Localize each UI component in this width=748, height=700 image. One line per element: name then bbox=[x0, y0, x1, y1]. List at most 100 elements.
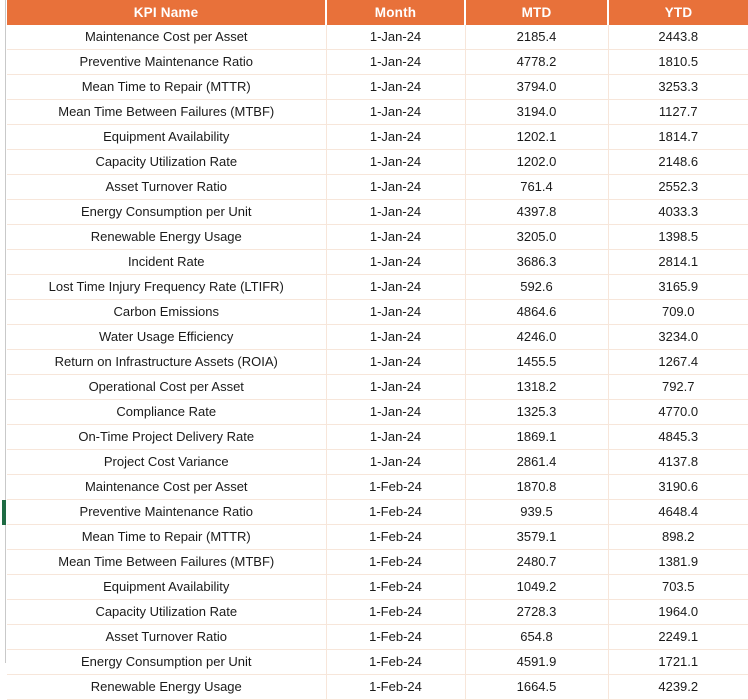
cell-kpi-name[interactable]: Equipment Availability bbox=[7, 574, 327, 600]
cell-ytd[interactable]: 3234.0 bbox=[608, 324, 748, 350]
cell-kpi-name[interactable]: Preventive Maintenance Ratio bbox=[7, 499, 327, 525]
cell-mtd[interactable]: 761.4 bbox=[465, 174, 609, 200]
cell-mtd[interactable]: 939.5 bbox=[465, 499, 609, 525]
cell-ytd[interactable]: 3190.6 bbox=[608, 474, 748, 500]
column-header-ytd[interactable]: YTD bbox=[608, 0, 748, 25]
cell-kpi-name[interactable]: Maintenance Cost per Asset bbox=[7, 25, 327, 50]
table-row[interactable]: Incident Rate 1-Jan-24 3686.3 2814.1 bbox=[7, 249, 748, 275]
table-row[interactable]: Mean Time Between Failures (MTBF) 1-Feb-2… bbox=[7, 549, 748, 575]
cell-month[interactable]: 1-Feb-24 bbox=[326, 549, 466, 575]
cell-kpi-name[interactable]: Carbon Emissions bbox=[7, 299, 327, 325]
table-row[interactable]: Operational Cost per Asset 1-Jan-24 1318.2… bbox=[7, 374, 748, 400]
table-row[interactable]: Compliance Rate 1-Jan-24 1325.3 4770.0 bbox=[7, 399, 748, 425]
table-row[interactable]: Mean Time to Repair (MTTR) 1-Jan-24 3794.0… bbox=[7, 74, 748, 100]
cell-kpi-name[interactable]: Mean Time Between Failures (MTBF) bbox=[7, 549, 327, 575]
cell-kpi-name[interactable]: Renewable Energy Usage bbox=[7, 674, 327, 700]
cell-ytd[interactable]: 1398.5 bbox=[608, 224, 748, 250]
cell-month[interactable]: 1-Feb-24 bbox=[326, 674, 466, 700]
cell-month[interactable]: 1-Jan-24 bbox=[326, 199, 466, 225]
cell-mtd[interactable]: 2185.4 bbox=[465, 25, 609, 50]
table-row[interactable]: Asset Turnover Ratio 1-Jan-24 761.4 2552.3 bbox=[7, 174, 748, 200]
cell-mtd[interactable]: 2480.7 bbox=[465, 549, 609, 575]
table-row[interactable]: Lost Time Injury Frequency Rate (LTIFR) 1… bbox=[7, 274, 748, 300]
column-header-kpi-name[interactable]: KPI Name bbox=[7, 0, 327, 25]
cell-ytd[interactable]: 1381.9 bbox=[608, 549, 748, 575]
cell-month[interactable]: 1-Jan-24 bbox=[326, 299, 466, 325]
cell-kpi-name[interactable]: Energy Consumption per Unit bbox=[7, 199, 327, 225]
table-row[interactable]: Renewable Energy Usage 1-Jan-24 3205.0 1398… bbox=[7, 224, 748, 250]
cell-mtd[interactable]: 3194.0 bbox=[465, 99, 609, 125]
table-row[interactable]: Carbon Emissions 1-Jan-24 4864.6 709.0 bbox=[7, 299, 748, 325]
cell-ytd[interactable]: 2552.3 bbox=[608, 174, 748, 200]
table-row[interactable]: Equipment Availability 1-Jan-24 1202.1 1814… bbox=[7, 124, 748, 150]
cell-kpi-name[interactable]: Renewable Energy Usage bbox=[7, 224, 327, 250]
cell-mtd[interactable]: 4397.8 bbox=[465, 199, 609, 225]
cell-mtd[interactable]: 1869.1 bbox=[465, 424, 609, 450]
cell-month[interactable]: 1-Jan-24 bbox=[326, 274, 466, 300]
cell-ytd[interactable]: 709.0 bbox=[608, 299, 748, 325]
cell-ytd[interactable]: 4845.3 bbox=[608, 424, 748, 450]
cell-kpi-name[interactable]: Capacity Utilization Rate bbox=[7, 149, 327, 175]
cell-kpi-name[interactable]: Lost Time Injury Frequency Rate (LTIFR) bbox=[7, 274, 327, 300]
table-row[interactable]: Preventive Maintenance Ratio 1-Feb-24 939.… bbox=[7, 499, 748, 525]
cell-mtd[interactable]: 1202.1 bbox=[465, 124, 609, 150]
cell-mtd[interactable]: 3579.1 bbox=[465, 524, 609, 550]
cell-ytd[interactable]: 2249.1 bbox=[608, 624, 748, 650]
cell-ytd[interactable]: 4770.0 bbox=[608, 399, 748, 425]
cell-ytd[interactable]: 2814.1 bbox=[608, 249, 748, 275]
cell-month[interactable]: 1-Jan-24 bbox=[326, 399, 466, 425]
cell-kpi-name[interactable]: Return on Infrastructure Assets (ROIA) bbox=[7, 349, 327, 375]
cell-kpi-name[interactable]: Water Usage Efficiency bbox=[7, 324, 327, 350]
cell-ytd[interactable]: 1267.4 bbox=[608, 349, 748, 375]
cell-kpi-name[interactable]: Maintenance Cost per Asset bbox=[7, 474, 327, 500]
cell-kpi-name[interactable]: Operational Cost per Asset bbox=[7, 374, 327, 400]
cell-kpi-name[interactable]: Equipment Availability bbox=[7, 124, 327, 150]
cell-month[interactable]: 1-Feb-24 bbox=[326, 574, 466, 600]
table-row[interactable]: Return on Infrastructure Assets (ROIA) 1-… bbox=[7, 349, 748, 375]
cell-ytd[interactable]: 1127.7 bbox=[608, 99, 748, 125]
table-row[interactable]: Capacity Utilization Rate 1-Jan-24 1202.0 2… bbox=[7, 149, 748, 175]
cell-month[interactable]: 1-Jan-24 bbox=[326, 374, 466, 400]
table-row[interactable]: Maintenance Cost per Asset 1-Feb-24 1870.8… bbox=[7, 474, 748, 500]
cell-month[interactable]: 1-Jan-24 bbox=[326, 99, 466, 125]
table-row[interactable]: Energy Consumption per Unit 1-Feb-24 4591.… bbox=[7, 649, 748, 675]
table-row[interactable]: Energy Consumption per Unit 1-Jan-24 4397.… bbox=[7, 199, 748, 225]
cell-ytd[interactable]: 703.5 bbox=[608, 574, 748, 600]
cell-ytd[interactable]: 2148.6 bbox=[608, 149, 748, 175]
cell-month[interactable]: 1-Feb-24 bbox=[326, 624, 466, 650]
cell-kpi-name[interactable]: On-Time Project Delivery Rate bbox=[7, 424, 327, 450]
cell-mtd[interactable]: 1325.3 bbox=[465, 399, 609, 425]
cell-ytd[interactable]: 898.2 bbox=[608, 524, 748, 550]
cell-month[interactable]: 1-Jan-24 bbox=[326, 349, 466, 375]
cell-mtd[interactable]: 4864.6 bbox=[465, 299, 609, 325]
cell-ytd[interactable]: 3253.3 bbox=[608, 74, 748, 100]
cell-ytd[interactable]: 1810.5 bbox=[608, 49, 748, 75]
cell-ytd[interactable]: 1721.1 bbox=[608, 649, 748, 675]
cell-month[interactable]: 1-Feb-24 bbox=[326, 649, 466, 675]
cell-kpi-name[interactable]: Mean Time to Repair (MTTR) bbox=[7, 74, 327, 100]
column-header-month[interactable]: Month bbox=[326, 0, 466, 25]
cell-mtd[interactable]: 1870.8 bbox=[465, 474, 609, 500]
cell-month[interactable]: 1-Jan-24 bbox=[326, 224, 466, 250]
cell-mtd[interactable]: 1664.5 bbox=[465, 674, 609, 700]
table-row[interactable]: Mean Time to Repair (MTTR) 1-Feb-24 3579.1… bbox=[7, 524, 748, 550]
cell-month[interactable]: 1-Jan-24 bbox=[326, 74, 466, 100]
cell-mtd[interactable]: 3794.0 bbox=[465, 74, 609, 100]
cell-month[interactable]: 1-Jan-24 bbox=[326, 25, 466, 50]
cell-kpi-name[interactable]: Compliance Rate bbox=[7, 399, 327, 425]
table-row[interactable]: Capacity Utilization Rate 1-Feb-24 2728.3 1… bbox=[7, 599, 748, 625]
cell-mtd[interactable]: 4778.2 bbox=[465, 49, 609, 75]
table-row[interactable]: Preventive Maintenance Ratio 1-Jan-24 4778… bbox=[7, 49, 748, 75]
cell-ytd[interactable]: 2443.8 bbox=[608, 25, 748, 50]
cell-month[interactable]: 1-Feb-24 bbox=[326, 599, 466, 625]
cell-kpi-name[interactable]: Asset Turnover Ratio bbox=[7, 174, 327, 200]
cell-month[interactable]: 1-Jan-24 bbox=[326, 49, 466, 75]
cell-month[interactable]: 1-Jan-24 bbox=[326, 324, 466, 350]
cell-mtd[interactable]: 4591.9 bbox=[465, 649, 609, 675]
cell-month[interactable]: 1-Feb-24 bbox=[326, 524, 466, 550]
cell-mtd[interactable]: 654.8 bbox=[465, 624, 609, 650]
cell-mtd[interactable]: 1455.5 bbox=[465, 349, 609, 375]
cell-month[interactable]: 1-Jan-24 bbox=[326, 424, 466, 450]
cell-kpi-name[interactable]: Incident Rate bbox=[7, 249, 327, 275]
table-row[interactable]: Mean Time Between Failures (MTBF) 1-Jan-2… bbox=[7, 99, 748, 125]
